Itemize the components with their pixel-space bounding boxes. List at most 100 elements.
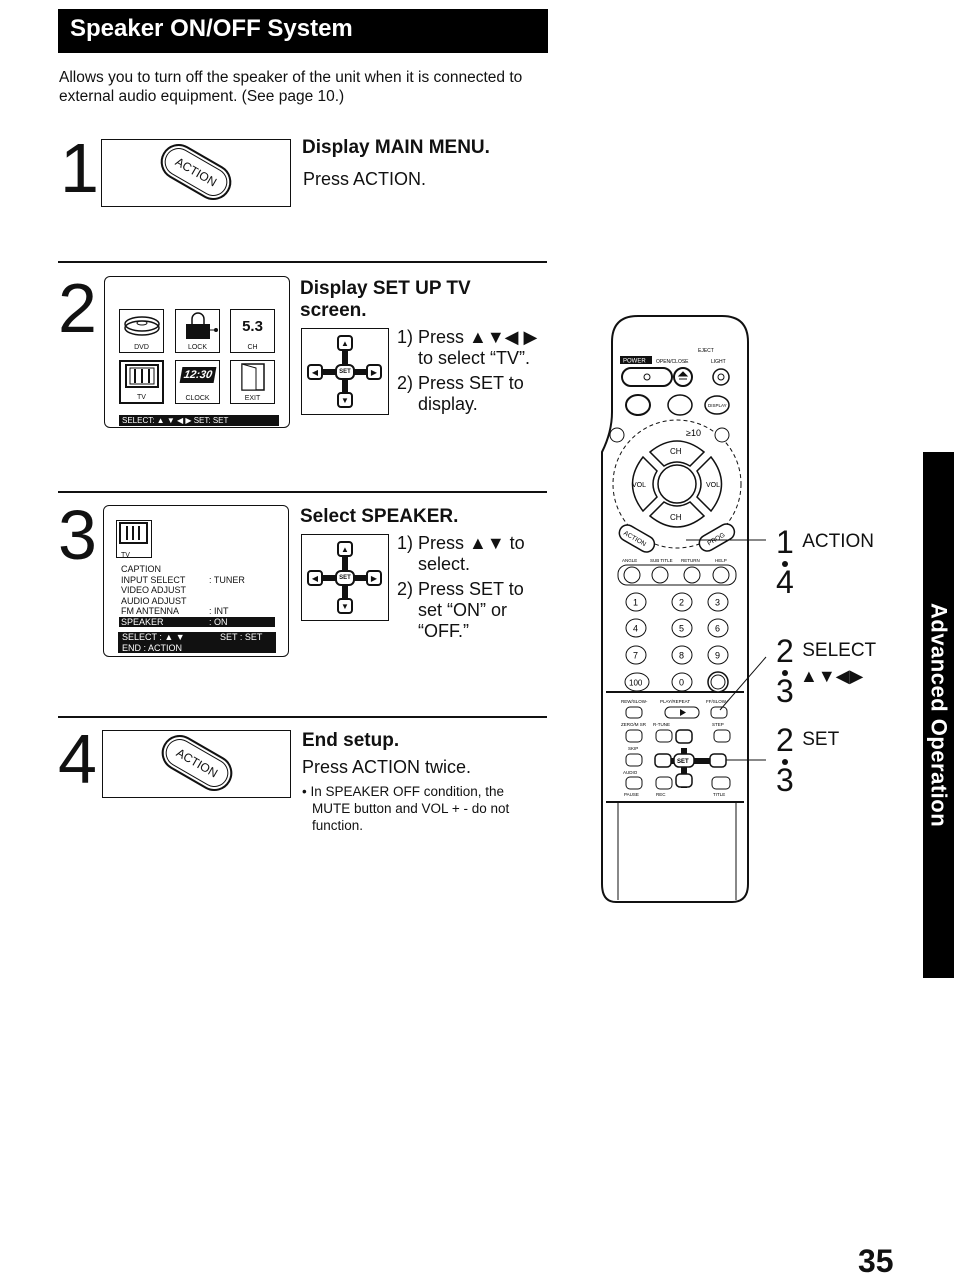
up-button[interactable] [675, 729, 693, 744]
mute-button[interactable] [609, 427, 625, 443]
return-button[interactable] [683, 566, 701, 584]
svg-text:ANGLE: ANGLE [622, 558, 637, 563]
svg-text:7: 7 [633, 651, 638, 661]
setup-menu-screen: DVD LOCK 5.3 CH TV 12:30 CLOCK EXIT SELE… [104, 276, 290, 428]
menu-label: LOCK [187, 344, 208, 351]
svg-text:VOL: VOL [632, 482, 646, 489]
svg-text:2: 2 [679, 598, 684, 608]
step-4-illustration: ACTION [102, 728, 291, 798]
svg-text:STEP: STEP [712, 722, 724, 727]
menu-row-audio-adjust[interactable]: AUDIO ADJUST [121, 596, 281, 607]
menu-row-fm-antenna[interactable]: FM ANTENNA: INT [121, 606, 281, 617]
step-1-title: Display MAIN MENU. [302, 137, 490, 158]
menu-row-video-adjust[interactable]: VIDEO ADJUST [121, 585, 281, 596]
svg-text:REC: REC [656, 792, 666, 797]
tv-menu-list: CAPTION INPUT SELECT: TUNER VIDEO ADJUST… [119, 564, 281, 627]
callout-set: 2 SET 3 [776, 722, 840, 798]
step-3-instruction-2: 2) Press SET to set “ON” or “OFF.” [397, 579, 524, 641]
svg-text:100: 100 [629, 679, 643, 688]
up-key-icon: ▲ [337, 541, 353, 557]
menu-icon-dvd: DVD [119, 309, 164, 353]
door-icon [240, 363, 265, 391]
rec-button[interactable] [655, 776, 673, 790]
right-button[interactable] [709, 753, 727, 768]
menu-row-speaker[interactable]: SPEAKER: ON [119, 616, 275, 627]
down-button[interactable] [675, 773, 693, 788]
svg-text:TITLE: TITLE [713, 792, 725, 797]
step-4-number: 4 [58, 720, 97, 798]
step-3-instruction-1: 1) Press ▲▼ to select. [397, 533, 525, 574]
svg-text:≥10: ≥10 [686, 428, 701, 438]
step-2-instruction-2: 2) Press SET to display. [397, 373, 524, 414]
dvd-tv-button[interactable] [625, 394, 651, 416]
angle-button[interactable] [623, 566, 641, 584]
svg-text:9: 9 [715, 651, 720, 661]
center-button[interactable] [657, 464, 697, 504]
step-2-title: Display SET UP TV screen. [300, 278, 471, 321]
clock-icon: 12:30 [179, 367, 216, 383]
title-button[interactable] [711, 776, 731, 790]
step-1-number: 1 [60, 129, 99, 207]
svg-text:RETURN: RETURN [681, 558, 700, 563]
step-3-title: Select SPEAKER. [300, 506, 459, 527]
menu-label: TV [137, 394, 146, 401]
left-button[interactable] [654, 753, 672, 768]
divider [58, 716, 547, 718]
menu-status-bar: SELECT: ▲ ▼ ◀ ▶ SET: SET [119, 415, 279, 426]
tv-fm-button[interactable] [667, 394, 693, 416]
svg-text:ZERO/M SR: ZERO/M SR [621, 722, 647, 727]
menu-label: CH [247, 344, 258, 351]
svg-text:6: 6 [715, 624, 720, 634]
action-button-label: ACTION [172, 154, 220, 190]
step-1-text: Press ACTION. [303, 169, 427, 189]
menu-icon-tv[interactable]: TV [119, 360, 164, 404]
svg-text:4: 4 [633, 624, 638, 634]
eject-label: EJECT [698, 348, 714, 354]
menu-row-caption[interactable]: CAPTION [121, 564, 281, 575]
tv-icon-label: TV [121, 552, 130, 559]
light-button[interactable] [712, 368, 730, 386]
tv-menu-icon: TV [116, 520, 152, 559]
step-2-dpad-illustration: ▲ ▼ ◀ ▶ SET [301, 328, 389, 415]
svg-text:SET: SET [677, 759, 689, 765]
step-4-title: End setup. [302, 730, 400, 751]
menu-icon-lock: LOCK [175, 309, 220, 353]
down-key-icon: ▼ [337, 392, 353, 408]
down-key-icon: ▼ [337, 598, 353, 614]
menu-row-input-select[interactable]: INPUT SELECT: TUNER [121, 575, 281, 586]
page-number: 35 [858, 1243, 894, 1279]
set-key-icon: SET [335, 570, 355, 586]
divider [58, 491, 547, 493]
svg-text:SUB TITLE: SUB TITLE [650, 558, 673, 563]
dpad-icon: ▲ ▼ ◀ ▶ SET [302, 329, 388, 415]
svg-text:CH: CH [670, 513, 682, 522]
step-2-instruction-1: 1) Press ▲▼◀ ▶ to select “TV”. [397, 327, 538, 368]
subtitle-button[interactable] [651, 566, 669, 584]
lock-icon [185, 312, 218, 339]
svg-text:5: 5 [679, 624, 684, 634]
counter-reset-button[interactable] [714, 427, 730, 443]
right-key-icon: ▶ [366, 570, 382, 586]
action-button-label: ACTION [173, 745, 221, 781]
svg-text:VOL: VOL [706, 482, 720, 489]
svg-text:PAUSE: PAUSE [624, 792, 639, 797]
help-button[interactable] [712, 566, 730, 584]
power-button[interactable] [621, 367, 673, 387]
disc-icon [123, 316, 160, 336]
step-2-number: 2 [58, 269, 97, 347]
step-3-number: 3 [58, 496, 97, 574]
light-label: LIGHT [711, 359, 726, 365]
svg-text:REW/SLOW-: REW/SLOW- [621, 699, 648, 704]
pause-button[interactable] [625, 776, 643, 790]
svg-text:DISPLAY: DISPLAY [708, 403, 727, 408]
menu-icon-ch: 5.3 CH [230, 309, 275, 353]
rew-button[interactable] [625, 706, 643, 719]
ff-button[interactable] [710, 706, 728, 719]
up-key-icon: ▲ [337, 335, 353, 351]
step-button[interactable] [713, 729, 731, 743]
remote-control-illustration: EJECT POWER OPEN/CLOSE LIGHT DISPLAY ≥10… [601, 315, 767, 903]
set-key-icon: SET [335, 364, 355, 380]
eject-button[interactable] [673, 367, 693, 387]
section-side-tab: Advanced Operation [923, 452, 954, 978]
tv-setup-menu-screen: TV CAPTION INPUT SELECT: TUNER VIDEO ADJ… [103, 505, 289, 657]
